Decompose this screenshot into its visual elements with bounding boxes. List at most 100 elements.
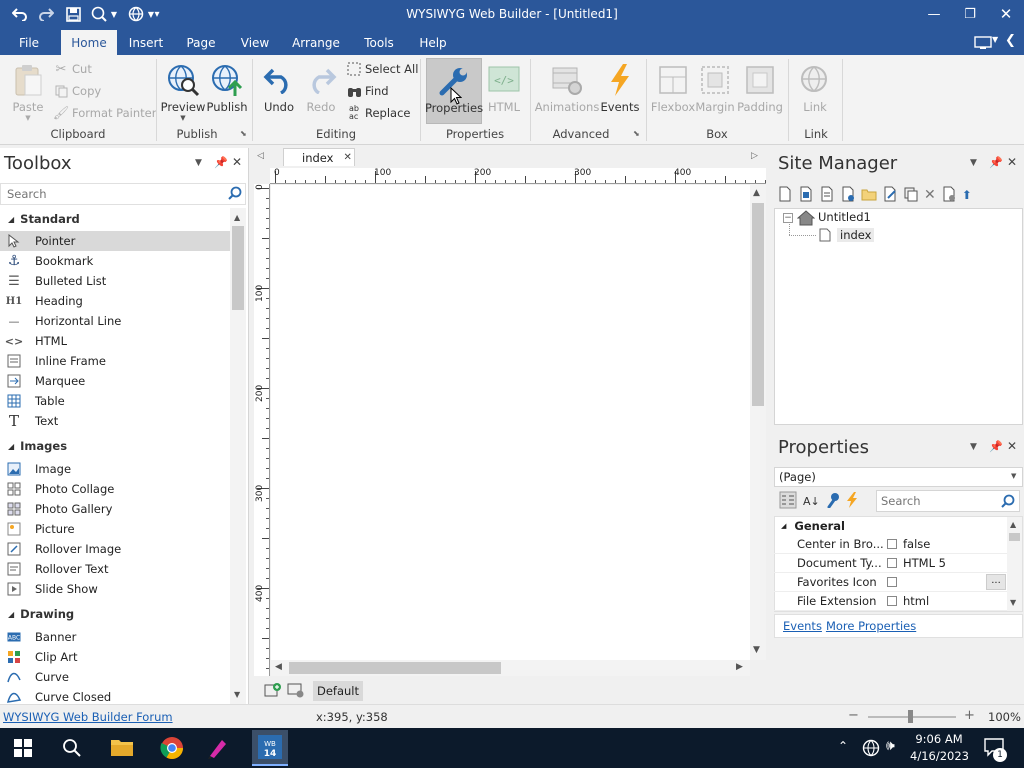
- categorized-view-icon[interactable]: [779, 491, 797, 512]
- tab-file[interactable]: File: [8, 30, 50, 55]
- padding-button[interactable]: Padding: [736, 58, 784, 124]
- property-checkbox-icon[interactable]: [887, 596, 897, 606]
- search-icon[interactable]: [228, 186, 242, 203]
- property-row[interactable]: Favorites Icon ...: [774, 573, 1021, 592]
- close-icon[interactable]: ✕: [988, 0, 1024, 28]
- margin-button[interactable]: Margin: [692, 58, 738, 124]
- toolbox-item-curve[interactable]: Curve: [0, 667, 230, 687]
- volume-icon[interactable]: 🕪: [886, 738, 895, 754]
- category-standard[interactable]: ◢ Standard: [0, 208, 230, 230]
- tab-page[interactable]: Page: [180, 30, 222, 55]
- windows-start-icon[interactable]: [14, 739, 32, 760]
- sort-alphabetical-icon[interactable]: A↓: [803, 495, 820, 508]
- browse-ellipsis-button[interactable]: ...: [986, 574, 1006, 590]
- property-row[interactable]: Center in Bro... false: [774, 535, 1021, 554]
- wysiwyg-taskbar-icon[interactable]: WB 14: [252, 730, 288, 766]
- site-root-node[interactable]: Untitled1: [818, 210, 871, 224]
- category-images[interactable]: ◢ Images: [0, 435, 230, 457]
- tab-scroll-right-icon[interactable]: ▷: [751, 151, 758, 161]
- flexbox-button[interactable]: Flexbox: [650, 58, 696, 124]
- new-page-icon[interactable]: [777, 186, 793, 205]
- link-button[interactable]: Link: [792, 58, 838, 124]
- design-canvas[interactable]: [271, 185, 750, 660]
- layer-default-tab[interactable]: Default: [313, 681, 363, 701]
- canvas-horizontal-scrollbar[interactable]: ◀ ▶: [271, 660, 750, 676]
- workspace-dropdown-icon[interactable]: ▼: [992, 35, 1002, 44]
- scroll-up-icon[interactable]: ▲: [1010, 520, 1016, 529]
- property-checkbox-icon[interactable]: [887, 539, 897, 549]
- page-link-icon[interactable]: [840, 186, 856, 205]
- toolbox-menu-icon[interactable]: ▼: [195, 158, 202, 168]
- toolbox-search-input[interactable]: [7, 185, 227, 203]
- workspace-icon[interactable]: [972, 34, 994, 52]
- page-properties-icon[interactable]: [941, 186, 957, 205]
- category-drawing[interactable]: ◢ Drawing: [0, 603, 230, 625]
- format-painter-button[interactable]: 🖌 Format Painter: [53, 103, 157, 123]
- property-row[interactable]: File Extension html: [774, 592, 1021, 611]
- toolbox-item-photo-gallery[interactable]: Photo Gallery: [0, 499, 230, 519]
- tab-tools[interactable]: Tools: [356, 30, 402, 55]
- close-tab-icon[interactable]: ✕: [343, 152, 351, 163]
- events-link[interactable]: Events: [783, 619, 822, 633]
- toolbox-item-table[interactable]: Table: [0, 391, 230, 411]
- add-layer-icon[interactable]: [264, 682, 284, 700]
- properties-search-input[interactable]: [881, 492, 999, 510]
- property-value[interactable]: false: [903, 537, 930, 551]
- preview-button[interactable]: Preview ▼: [160, 58, 206, 124]
- document-tab-index[interactable]: index ✕: [283, 148, 355, 166]
- toolbox-item-photo-collage[interactable]: Photo Collage: [0, 479, 230, 499]
- tab-arrange[interactable]: Arrange: [288, 30, 344, 55]
- toolbox-item-inline-frame[interactable]: Inline Frame: [0, 351, 230, 371]
- zoom-slider-thumb[interactable]: [908, 710, 913, 723]
- toolbox-item-html[interactable]: <> HTML: [0, 331, 230, 351]
- pin-icon[interactable]: 📌: [989, 156, 1003, 169]
- delete-page-icon[interactable]: ✕: [924, 187, 936, 203]
- cut-button[interactable]: ✂ Cut: [53, 59, 92, 79]
- tree-collapse-icon[interactable]: −: [783, 213, 793, 223]
- minimize-icon[interactable]: —: [916, 0, 952, 28]
- select-all-button[interactable]: Select All: [346, 59, 418, 79]
- pin-icon[interactable]: 📌: [214, 156, 228, 169]
- toolbox-item-slide-show[interactable]: Slide Show: [0, 579, 230, 599]
- toolbox-item-banner[interactable]: ABC Banner: [0, 627, 230, 647]
- toolbox-close-icon[interactable]: ✕: [232, 155, 242, 169]
- canvas-hscroll-thumb[interactable]: [289, 662, 501, 674]
- publish-button[interactable]: Publish: [204, 58, 250, 124]
- replace-button[interactable]: ab ac Replace: [346, 103, 411, 123]
- properties-menu-icon[interactable]: ▼: [970, 442, 977, 452]
- toolbox-item-rollover-image[interactable]: Rollover Image: [0, 539, 230, 559]
- tab-insert[interactable]: Insert: [124, 30, 168, 55]
- pen-app-icon[interactable]: [206, 736, 230, 763]
- copy-page-icon[interactable]: [903, 186, 919, 205]
- move-up-icon[interactable]: ⬆: [962, 188, 972, 202]
- toolbox-item-heading[interactable]: H1 Heading: [0, 291, 230, 311]
- restore-icon[interactable]: ❐: [952, 0, 988, 28]
- property-row[interactable]: Document Ty... HTML 5: [774, 554, 1021, 573]
- events-lightning-icon[interactable]: [846, 491, 858, 511]
- toolbox-item-marquee[interactable]: Marquee: [0, 371, 230, 391]
- toolbox-scroll-thumb[interactable]: [232, 226, 244, 310]
- property-grid-scrollbar[interactable]: ▲ ▼: [1007, 517, 1022, 611]
- toolbox-item-rollover-text[interactable]: Rollover Text: [0, 559, 230, 579]
- toolbox-item-curve-closed[interactable]: Curve Closed: [0, 687, 230, 704]
- advanced-dialog-launcher-icon[interactable]: ⬊: [633, 129, 640, 138]
- tab-scroll-left-icon[interactable]: ◁: [257, 151, 264, 161]
- properties-close-icon[interactable]: ✕: [1007, 439, 1017, 453]
- properties-wrench-icon[interactable]: [826, 492, 840, 511]
- toolbox-item-pointer[interactable]: Pointer: [0, 231, 230, 251]
- taskbar-search-icon[interactable]: [62, 738, 82, 761]
- property-checkbox-icon[interactable]: [887, 558, 897, 568]
- search-icon[interactable]: [1001, 494, 1015, 511]
- chrome-icon[interactable]: [160, 736, 184, 763]
- edit-page-icon[interactable]: [882, 186, 898, 205]
- tab-home[interactable]: Home: [61, 30, 117, 55]
- toolbox-item-text[interactable]: T Text: [0, 411, 230, 431]
- scroll-right-icon[interactable]: ▶: [736, 662, 743, 672]
- taskbar-date[interactable]: 4/16/2023: [910, 749, 969, 763]
- animations-button[interactable]: Animations: [535, 58, 599, 124]
- property-value[interactable]: HTML 5: [903, 556, 946, 570]
- tab-view[interactable]: View: [234, 30, 276, 55]
- pin-icon[interactable]: 📌: [989, 440, 1003, 453]
- object-selector-dropdown[interactable]: (Page) ▼: [774, 467, 1023, 487]
- property-scroll-thumb[interactable]: [1009, 533, 1020, 541]
